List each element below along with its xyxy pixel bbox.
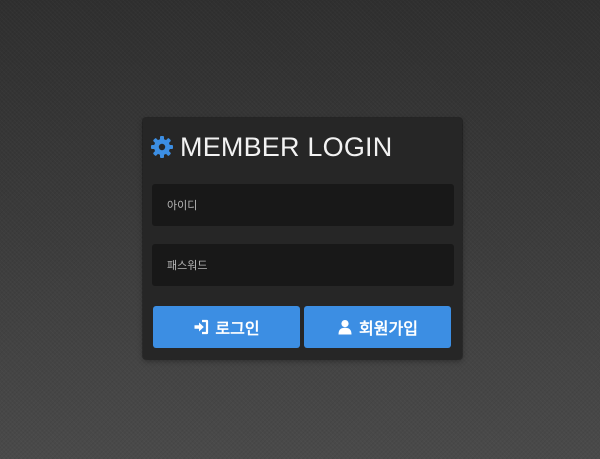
username-input[interactable]	[152, 184, 454, 226]
login-panel: MEMBER LOGIN 로그인 회원가입	[143, 118, 462, 359]
signup-button[interactable]: 회원가입	[304, 306, 451, 348]
password-input[interactable]	[152, 244, 454, 286]
login-button[interactable]: 로그인	[153, 306, 300, 348]
gear-icon	[150, 135, 174, 159]
user-icon	[337, 319, 353, 335]
signup-button-label: 회원가입	[359, 319, 418, 338]
login-button-label: 로그인	[215, 319, 260, 338]
sign-in-icon	[193, 319, 209, 335]
page-title: MEMBER LOGIN	[180, 131, 393, 162]
login-header: MEMBER LOGIN	[150, 130, 392, 164]
